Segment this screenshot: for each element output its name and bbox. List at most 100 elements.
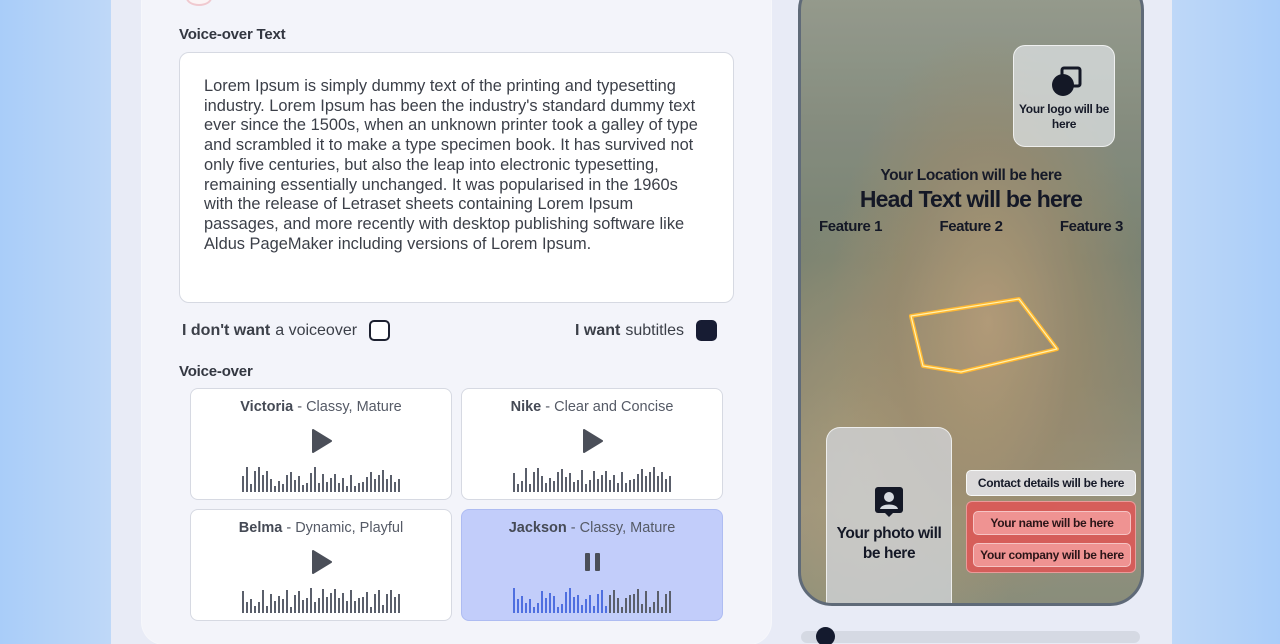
waveform-bar [258, 602, 260, 613]
play-icon[interactable] [582, 429, 604, 453]
waveform-bar [661, 472, 663, 492]
voice-card-victoria[interactable]: Victoria - Classy, Mature [190, 388, 452, 500]
waveform-bar [657, 591, 659, 613]
contact-info-block: Your name will be here Your company will… [966, 501, 1136, 573]
waveform-bar [513, 473, 515, 492]
waveform-bar [597, 479, 599, 492]
waveform-bar [374, 594, 376, 613]
waveform-bar [250, 599, 252, 613]
voice-card-nike[interactable]: Nike - Clear and Concise [461, 388, 723, 500]
waveform-bar [553, 481, 555, 492]
land-plot-outline [909, 297, 1059, 374]
waveform-bar [593, 471, 595, 492]
voiceover-label: Voice-over [179, 363, 253, 380]
name-placeholder[interactable]: Your name will be here [973, 511, 1131, 535]
photo-placeholder-text: Your photo will be here [836, 525, 942, 562]
waveform-bar [665, 479, 667, 492]
waveform-bar [569, 588, 571, 613]
voice-desc: - Dynamic, Playful [282, 520, 404, 536]
waveform-bar [637, 589, 639, 613]
company-placeholder[interactable]: Your company will be here [973, 543, 1131, 567]
waveform-bar [581, 470, 583, 492]
waveform-bar [254, 471, 256, 492]
waveform-bar [398, 594, 400, 613]
play-icon[interactable] [311, 550, 333, 574]
waveform-icon [242, 587, 400, 613]
waveform-bar [290, 472, 292, 492]
waveform-bar [246, 467, 248, 492]
waveform-bar [270, 479, 272, 492]
contact-details-placeholder[interactable]: Contact details will be here [966, 470, 1136, 496]
waveform-bar [645, 591, 647, 613]
waveform-bar [513, 588, 515, 613]
pause-icon[interactable] [582, 550, 604, 574]
waveform-bar [641, 604, 643, 613]
subtitles-option[interactable]: I want subtitles [575, 320, 718, 341]
waveform-bar [565, 592, 567, 613]
waveform-bar [617, 598, 619, 613]
waveform-bar [541, 591, 543, 613]
waveform-bar [274, 601, 276, 613]
waveform-bar [577, 595, 579, 613]
waveform-bar [625, 598, 627, 613]
waveform-bar [601, 475, 603, 492]
waveform-bar [549, 478, 551, 492]
voice-card-jackson[interactable]: Jackson - Classy, Mature [461, 509, 723, 621]
waveform-bar [370, 607, 372, 613]
voice-card-belma[interactable]: Belma - Dynamic, Playful [190, 509, 452, 621]
voiceover-text-area[interactable]: Lorem Ipsum is simply dummy text of the … [179, 52, 734, 303]
waveform-bar [398, 479, 400, 492]
waveform-bar [641, 469, 643, 492]
waveform-bar [633, 594, 635, 613]
waveform-bar [326, 597, 328, 613]
waveform-bar [537, 603, 539, 613]
waveform-bar [605, 606, 607, 613]
subtitles-checkbox[interactable] [696, 320, 718, 341]
photo-placeholder[interactable]: Your photo will be here [826, 427, 952, 603]
waveform-bar [262, 475, 264, 492]
waveform-bar [322, 474, 324, 492]
timeline-slider-handle[interactable] [815, 627, 835, 644]
waveform-bar [601, 590, 603, 613]
no-voiceover-option[interactable]: I don't want a voiceover [182, 320, 391, 341]
waveform-bar [266, 471, 268, 492]
waveform-bar [298, 591, 300, 613]
logo-icon [1052, 66, 1082, 96]
waveform-bar [561, 604, 563, 613]
waveform-bar [318, 598, 320, 613]
waveform-bar [366, 477, 368, 492]
voice-name: Belma [238, 520, 283, 536]
waveform-bar [629, 480, 631, 492]
waveform-bar [266, 606, 268, 613]
waveform-bar [374, 479, 376, 492]
voice-title: Victoria - Classy, Mature [191, 399, 451, 415]
waveform-bar [258, 467, 260, 492]
subtitles-label-bold: I want [575, 321, 621, 339]
waveform-bar [669, 591, 671, 613]
waveform-bar [621, 607, 623, 613]
waveform-bar [669, 476, 671, 492]
timeline-slider[interactable] [801, 631, 1140, 643]
waveform-bar [609, 595, 611, 613]
voice-title: Jackson - Classy, Mature [462, 520, 722, 536]
waveform-bar [545, 598, 547, 613]
no-voiceover-checkbox[interactable] [369, 320, 391, 341]
play-icon[interactable] [311, 429, 333, 453]
waveform-bar [533, 607, 535, 613]
waveform-bar [306, 483, 308, 492]
waveform-bar [649, 472, 651, 492]
waveform-bar [342, 478, 344, 492]
waveform-bar [278, 481, 280, 492]
waveform-bar [573, 597, 575, 613]
waveform-bar [633, 479, 635, 492]
waveform-bar [354, 486, 356, 492]
waveform-bar [521, 596, 523, 613]
waveform-bar [661, 607, 663, 613]
waveform-bar [593, 606, 595, 613]
waveform-bar [282, 484, 284, 492]
waveform-bar [637, 474, 639, 492]
waveform-bar [338, 598, 340, 613]
waveform-bar [653, 602, 655, 613]
logo-placeholder[interactable]: Your logo will be here [1013, 45, 1115, 147]
waveform-bar [581, 605, 583, 613]
